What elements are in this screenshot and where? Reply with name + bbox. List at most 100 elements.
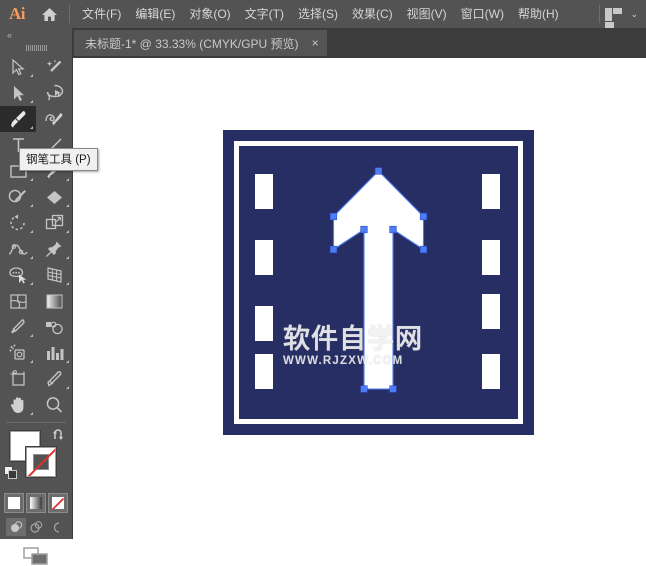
home-icon[interactable] — [34, 7, 64, 22]
mesh-icon — [9, 293, 27, 309]
tool-grid — [0, 54, 72, 418]
free-transform-tool[interactable] — [36, 236, 72, 262]
selection-tool[interactable] — [0, 54, 36, 80]
tool-flyout-corner — [66, 360, 69, 363]
tool-flyout-corner — [66, 230, 69, 233]
shape-builder-icon — [9, 267, 27, 284]
magnifier-icon — [46, 397, 63, 413]
tool-flyout-corner — [30, 100, 33, 103]
artwork-group[interactable]: 软件自学网 WWW.RJZXW.COM — [223, 130, 534, 435]
symbol-sprayer-icon — [9, 344, 25, 360]
shaper-tool[interactable] — [0, 184, 36, 210]
anchor-point-left-barb[interactable] — [329, 212, 338, 221]
workspace-switcher-icon — [605, 7, 623, 28]
eraser-tool[interactable] — [36, 184, 72, 210]
swap-fill-stroke-icon[interactable] — [53, 428, 66, 446]
menu-bar: Ai 文件(F) 编辑(E) 对象(O) 文字(T) 选择(S) 效果(C) 视… — [0, 0, 646, 28]
shaper-pencil-icon — [8, 189, 26, 203]
tool-flyout-corner — [30, 256, 33, 259]
anchor-point-left-base[interactable] — [360, 385, 368, 393]
pushpin-icon — [46, 241, 62, 257]
column-graph-tool[interactable] — [36, 340, 72, 366]
none-swatch-icon — [51, 497, 65, 511]
menu-edit[interactable]: 编辑(E) — [128, 0, 182, 28]
workspace-switcher[interactable]: ⌄ — [594, 0, 646, 28]
gradient-tool[interactable] — [36, 288, 72, 314]
gradient-mode-button[interactable] — [26, 493, 46, 513]
artboard-tool[interactable] — [0, 366, 36, 392]
direct-selection-tool[interactable] — [0, 80, 36, 106]
anchor-point-right-barb[interactable] — [419, 212, 428, 221]
fill-stroke-controls — [0, 427, 72, 491]
menu-select[interactable]: 选择(S) — [291, 0, 345, 28]
rotate-tool[interactable] — [0, 210, 36, 236]
arrow-path-overlay[interactable] — [223, 130, 534, 435]
anchor-point-left-inner[interactable] — [360, 225, 368, 234]
eyedropper-icon — [11, 319, 25, 334]
chevron-down-icon[interactable]: ⌄ — [630, 0, 638, 28]
close-icon[interactable]: × — [312, 37, 319, 49]
scale-tool[interactable] — [36, 210, 72, 236]
solid-color-icon — [8, 497, 20, 509]
artboard-canvas[interactable]: 软件自学网 WWW.RJZXW.COM — [74, 58, 646, 539]
arrow-shape[interactable] — [333, 171, 424, 389]
perspective-grid-tool[interactable] — [36, 262, 72, 288]
blend-icon — [46, 321, 63, 334]
none-slash-glyph — [51, 497, 65, 511]
draw-normal-icon — [11, 521, 23, 532]
draw-normal-button[interactable] — [6, 518, 26, 536]
menu-effect[interactable]: 效果(C) — [345, 0, 400, 28]
shape-builder-tool[interactable] — [0, 262, 36, 288]
tool-flyout-corner — [66, 386, 69, 389]
draw-behind-icon — [30, 521, 43, 533]
anchor-point-left-notch[interactable] — [329, 245, 338, 254]
pen-tool[interactable] — [0, 106, 36, 132]
menu-file[interactable]: 文件(F) — [75, 0, 128, 28]
width-warp-icon — [8, 243, 28, 255]
width-tool[interactable] — [0, 236, 36, 262]
color-mode-button[interactable] — [4, 493, 24, 513]
none-mode-button[interactable] — [48, 493, 68, 513]
symbol-sprayer-tool[interactable] — [0, 340, 36, 366]
default-swatch-glyph — [4, 466, 17, 479]
collapse-panel-icon[interactable]: « — [0, 28, 72, 42]
color-mode-row — [0, 493, 72, 513]
magic-wand-tool[interactable] — [36, 54, 72, 80]
change-screen-mode-button[interactable] — [0, 546, 72, 566]
menu-divider-right — [599, 5, 601, 23]
blend-tool[interactable] — [36, 314, 72, 340]
panel-drag-grip[interactable] — [0, 42, 72, 54]
anchor-point-right-inner[interactable] — [389, 225, 397, 234]
anchor-point-right-notch[interactable] — [419, 245, 428, 254]
draw-behind-button[interactable] — [26, 518, 46, 536]
tool-flyout-corner — [66, 256, 69, 259]
zoom-tool[interactable] — [36, 392, 72, 418]
mesh-tool[interactable] — [0, 288, 36, 314]
lasso-tool[interactable] — [36, 80, 72, 106]
menu-window[interactable]: 窗口(W) — [454, 0, 511, 28]
tool-flyout-corner — [66, 178, 69, 181]
document-tab-label: 未标题-1* @ 33.33% (CMYK/GPU 预览) — [85, 36, 299, 51]
home-glyph — [41, 7, 57, 21]
artboard-icon — [10, 370, 25, 386]
slice-tool[interactable] — [36, 366, 72, 392]
draw-inside-button[interactable] — [46, 518, 66, 536]
eyedropper-tool[interactable] — [0, 314, 36, 340]
anchor-point-tip[interactable] — [374, 167, 383, 175]
menu-view[interactable]: 视图(V) — [400, 0, 454, 28]
swap-arrow-glyph — [53, 429, 63, 440]
slice-knife-icon — [47, 370, 62, 387]
document-tab[interactable]: 未标题-1* @ 33.33% (CMYK/GPU 预览) × — [74, 30, 327, 56]
draw-mode-row — [0, 518, 72, 536]
menu-object[interactable]: 对象(O) — [182, 0, 237, 28]
curvature-tool[interactable] — [36, 106, 72, 132]
stroke-swatch[interactable] — [26, 447, 56, 477]
anchor-point-right-base[interactable] — [389, 385, 397, 393]
curvature-pen-icon — [44, 113, 62, 126]
menu-help[interactable]: 帮助(H) — [511, 0, 566, 28]
illustrator-logo-icon: Ai — [9, 4, 26, 23]
scale-icon — [45, 214, 63, 230]
menu-type[interactable]: 文字(T) — [238, 0, 291, 28]
hand-tool[interactable] — [0, 392, 36, 418]
default-fill-stroke-icon[interactable] — [4, 466, 18, 485]
